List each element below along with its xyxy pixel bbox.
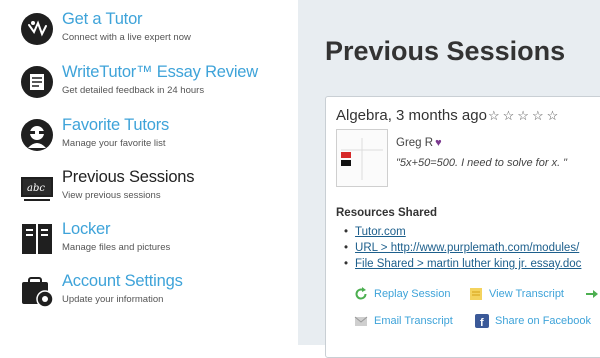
session-note: "5x+50=500. I need to solve for x. ": [396, 157, 568, 169]
next-arrow-button[interactable]: [585, 287, 600, 301]
page-title: Previous Sessions: [325, 36, 566, 66]
view-transcript-label: View Transcript: [489, 287, 564, 300]
arrow-right-icon: [586, 290, 598, 298]
tutor-icon: [21, 13, 53, 45]
nav-title: Locker: [62, 220, 111, 238]
email-transcript-button[interactable]: Email Transcript: [354, 314, 453, 328]
favorite-tutor-icon: [21, 119, 53, 151]
replay-session-label: Replay Session: [374, 287, 451, 300]
nav-title: WriteTutor™ Essay Review: [62, 63, 258, 81]
resource-link[interactable]: URL > http://www.purplemath.com/modules/: [355, 242, 579, 254]
main-panel: Previous Sessions Algebra, 3 months ago …: [298, 0, 600, 358]
nav-essay-review[interactable]: WriteTutor™ Essay Review Get detailed fe…: [20, 63, 288, 109]
tutor-name-text: Greg R: [396, 137, 434, 149]
list-item: File Shared > martin luther king jr. ess…: [344, 256, 581, 272]
nav-title: Favorite Tutors: [62, 116, 170, 134]
nav-favorite-tutors[interactable]: Favorite Tutors Manage your favorite lis…: [20, 116, 288, 162]
sidebar: Get a Tutor Connect with a live expert n…: [0, 0, 290, 345]
email-icon: [354, 316, 368, 326]
nav-subtitle: Manage files and pictures: [62, 242, 171, 253]
nav-subtitle: Connect with a live expert now: [62, 32, 191, 43]
facebook-icon: f: [475, 314, 489, 328]
rating-stars[interactable]: ☆☆☆☆☆: [488, 108, 561, 124]
nav-previous-sessions[interactable]: abc Previous Sessions View previous sess…: [20, 168, 288, 214]
share-facebook-label: Share on Facebook: [495, 314, 592, 327]
locker-icon: [22, 224, 52, 254]
essay-icon: [21, 66, 53, 98]
refresh-icon: [355, 287, 367, 300]
nav-get-a-tutor[interactable]: Get a Tutor Connect with a live expert n…: [20, 10, 288, 56]
replay-session-button[interactable]: Replay Session: [354, 287, 450, 301]
session-card: Algebra, 3 months ago ☆☆☆☆☆ Greg R ♥ "5x+…: [325, 96, 600, 358]
view-transcript-button[interactable]: View Transcript: [469, 287, 564, 301]
session-thumbnail[interactable]: [336, 129, 388, 187]
resources-heading: Resources Shared: [336, 207, 437, 219]
list-item: URL > http://www.purplemath.com/modules/: [344, 240, 581, 256]
chalkboard-icon: abc: [21, 177, 53, 201]
nav-locker[interactable]: Locker Manage files and pictures: [20, 220, 288, 266]
nav-subtitle: Update your information: [62, 294, 164, 305]
nav-subtitle: Manage your favorite list: [62, 138, 166, 149]
whiteboard-thumbnail-icon: [341, 138, 383, 180]
resources-list: Tutor.com URL > http://www.purplemath.co…: [344, 224, 581, 272]
nav-title: Account Settings: [62, 272, 183, 290]
email-transcript-label: Email Transcript: [374, 314, 453, 327]
svg-text:abc: abc: [27, 183, 45, 194]
nav-title: Previous Sessions: [62, 168, 195, 186]
account-settings-icon: [22, 277, 54, 308]
nav-subtitle: Get detailed feedback in 24 hours: [62, 85, 205, 96]
nav-account-settings[interactable]: Account Settings Update your information: [20, 272, 288, 318]
transcript-icon: [470, 288, 482, 300]
nav-title: Get a Tutor: [62, 10, 143, 28]
session-heading: Algebra, 3 months ago: [336, 107, 487, 124]
list-item: Tutor.com: [344, 224, 581, 240]
resource-link[interactable]: Tutor.com: [355, 226, 406, 238]
svg-text:f: f: [480, 317, 484, 328]
share-facebook-button[interactable]: f Share on Facebook: [475, 314, 591, 328]
resource-link[interactable]: File Shared > martin luther king jr. ess…: [355, 258, 581, 270]
heart-icon[interactable]: ♥: [435, 137, 442, 149]
nav-subtitle: View previous sessions: [62, 190, 161, 201]
tutor-name: Greg R ♥: [396, 137, 442, 149]
